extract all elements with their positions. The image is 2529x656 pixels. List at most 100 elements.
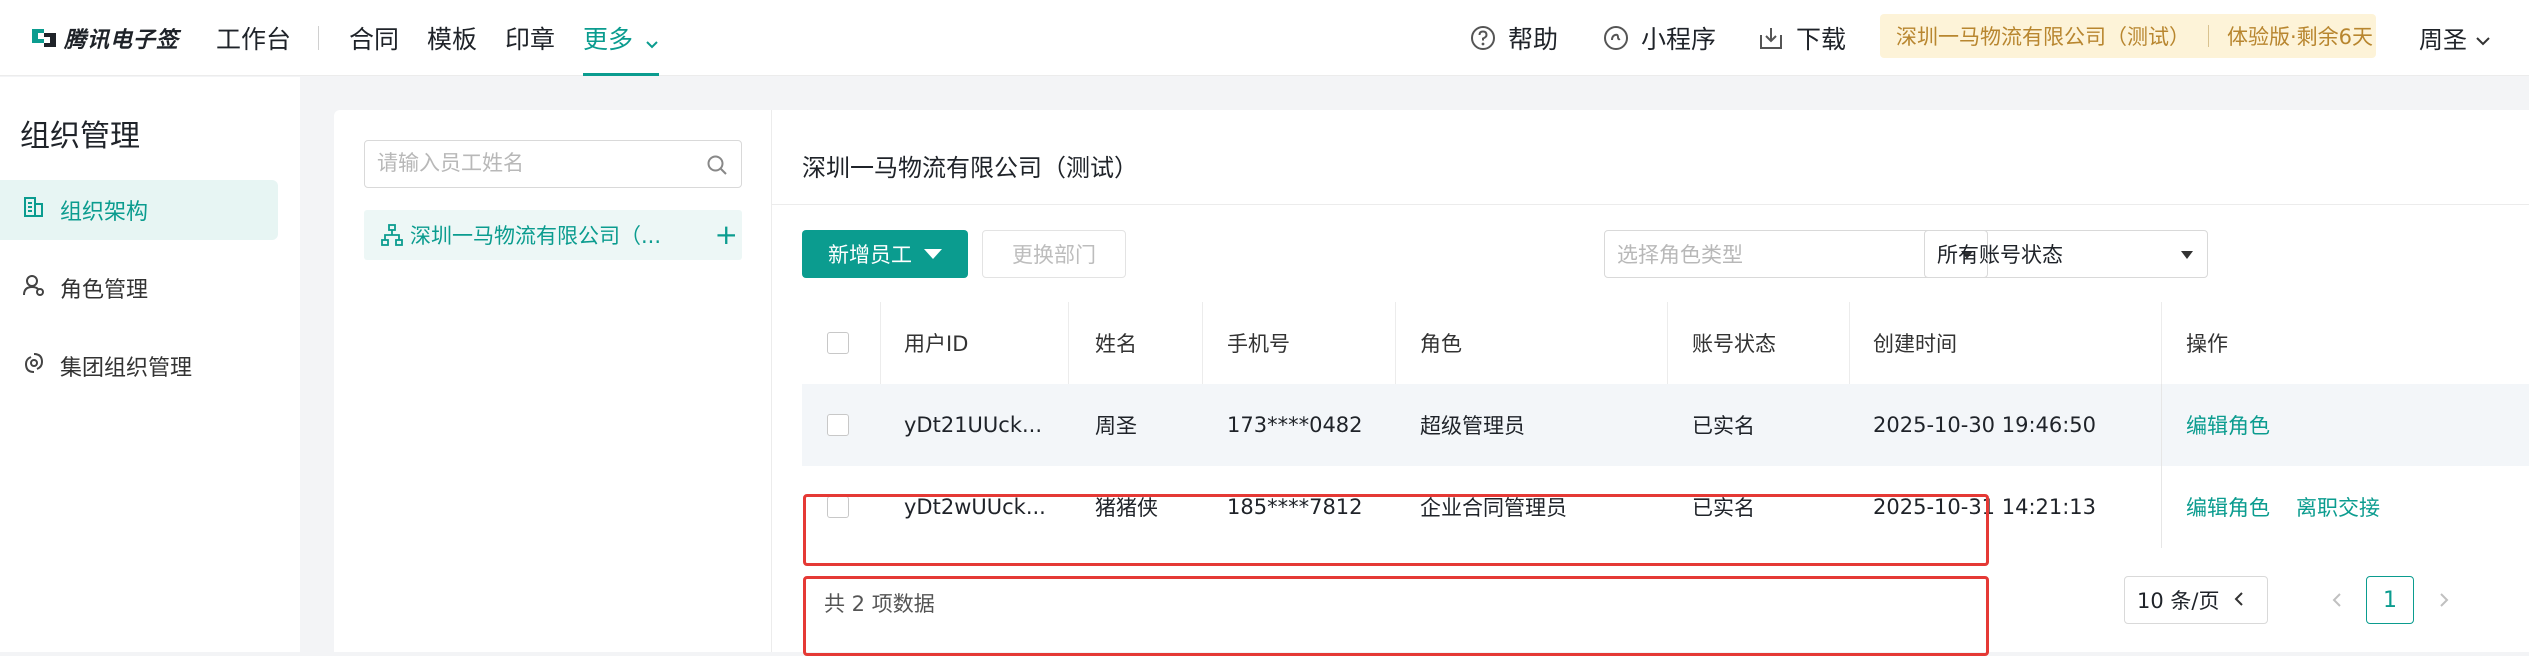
table-row: yDt21UUck... 周圣 173****0482 超级管理员 已实名 20… <box>802 384 2529 466</box>
column-header-name[interactable]: 姓名 <box>1095 302 1137 384</box>
company-plan-badge[interactable]: 深圳一马物流有限公司（测试） 体验版·剩余6天 <box>1880 14 2376 58</box>
row-checkbox[interactable] <box>827 414 849 436</box>
sidebar-item-label: 组织架构 <box>60 200 149 225</box>
column-divider <box>1202 302 1203 384</box>
current-company-name: 深圳一马物流有限公司（测试） <box>1896 25 2190 49</box>
chevron-down-icon <box>2475 24 2491 52</box>
resignation-handover-link[interactable]: 离职交接 <box>2296 492 2380 522</box>
mini-program-label: 小程序 <box>1641 25 1717 54</box>
name-cell: 周圣 <box>1095 414 1137 438</box>
user-id-cell: yDt21UUck... <box>904 413 1043 437</box>
sidebar-item-label: 角色管理 <box>60 278 149 303</box>
help-label: 帮助 <box>1508 25 1559 54</box>
employee-search-input[interactable] <box>365 141 685 187</box>
column-header-user-id[interactable]: 用户ID <box>904 302 968 384</box>
mini-program-icon <box>1603 25 1629 51</box>
sidebar-item-org-structure[interactable]: 组织架构 <box>0 180 278 240</box>
column-header-phone[interactable]: 手机号 <box>1227 302 1290 384</box>
column-header-role[interactable]: 角色 <box>1420 302 1462 384</box>
brand-logo[interactable]: 腾讯电子签 <box>30 22 179 54</box>
top-navigation-bar: 腾讯电子签 工作台 合同 模板 印章 更多 帮助 小程序 下载 深圳一马物流有限… <box>0 0 2529 76</box>
column-divider <box>1849 302 1850 384</box>
chevron-right-icon <box>2440 593 2449 607</box>
org-structure-icon <box>22 195 46 225</box>
column-divider <box>880 302 881 384</box>
column-divider <box>2161 302 2162 384</box>
download-label: 下载 <box>1796 25 1847 54</box>
nav-more[interactable]: 更多 <box>583 20 659 76</box>
role-type-placeholder: 选择角色类型 <box>1617 243 1743 267</box>
select-all-checkbox[interactable] <box>827 332 849 354</box>
nav-workbench[interactable]: 工作台 <box>216 20 291 56</box>
divider <box>772 204 2529 205</box>
total-count: 共 2 项数据 <box>824 592 935 616</box>
account-status-value: 所有账号状态 <box>1937 243 2063 267</box>
chevron-down-icon <box>645 27 659 56</box>
org-tree-icon <box>380 223 404 247</box>
nav-seal[interactable]: 印章 <box>505 20 555 56</box>
caret-down-icon <box>2181 251 2193 259</box>
nav-more-label: 更多 <box>583 25 634 54</box>
page-size-select[interactable]: 10 条/页 <box>2124 576 2268 624</box>
user-menu[interactable]: 周圣 <box>2419 20 2491 55</box>
column-divider <box>1395 302 1396 384</box>
column-divider <box>1667 302 1668 384</box>
edit-role-link[interactable]: 编辑角色 <box>2186 492 2270 522</box>
tencent-esign-logo-icon <box>30 25 58 51</box>
help-link[interactable]: 帮助 <box>1470 20 1558 56</box>
tree-node-label: 深圳一马物流有限公司（... <box>410 224 662 248</box>
user-name: 周圣 <box>2419 26 2467 54</box>
add-employee-button[interactable]: 新增员工 <box>802 230 968 278</box>
select-all-cell <box>827 302 849 384</box>
main-content-card: 深圳一马物流有限公司（... + 深圳一马物流有限公司（测试） 新增员工 更换部… <box>334 110 2529 656</box>
chevron-left-icon <box>2332 593 2341 607</box>
search-icon[interactable] <box>705 153 729 177</box>
sidebar-title: 组织管理 <box>20 119 140 154</box>
account-status-select[interactable]: 所有账号状态 <box>1924 230 2208 278</box>
highlight-box <box>803 494 1989 566</box>
phone-cell: 173****0482 <box>1227 413 1363 437</box>
employee-panel: 深圳一马物流有限公司（测试） 新增员工 更换部门 选择角色类型 所有账号状态 用… <box>772 110 2529 656</box>
edit-role-link[interactable]: 编辑角色 <box>2186 410 2270 440</box>
row-select-cell <box>827 384 849 466</box>
table-header: 用户ID 姓名 手机号 角色 账号状态 创建时间 操作 <box>802 302 2529 384</box>
sidebar-item-role-management[interactable]: 角色管理 <box>0 258 278 318</box>
nav-contract[interactable]: 合同 <box>349 20 399 56</box>
add-department-button[interactable]: + <box>715 218 738 251</box>
column-divider <box>2161 384 2162 466</box>
page-number-button[interactable]: 1 <box>2366 576 2414 624</box>
badge-divider <box>2208 25 2209 47</box>
sidebar-item-group-org[interactable]: 集团组织管理 <box>0 336 278 396</box>
plan-status: 体验版·剩余6天 <box>2227 25 2374 49</box>
employee-search-box[interactable] <box>364 140 742 188</box>
actions-cell: 编辑角色 离职交接 <box>2186 466 2406 548</box>
help-circle-icon <box>1470 25 1496 51</box>
department-tree-panel: 深圳一马物流有限公司（... + <box>334 110 772 652</box>
role-icon <box>22 273 46 303</box>
org-title: 深圳一马物流有限公司（测试） <box>802 154 1138 182</box>
chevron-left-icon <box>2233 588 2245 612</box>
tree-node-company[interactable]: 深圳一马物流有限公司（... + <box>364 210 742 260</box>
download-icon <box>1758 25 1784 51</box>
sidebar-item-label: 集团组织管理 <box>60 356 193 381</box>
add-employee-label: 新增员工 <box>828 243 912 267</box>
highlight-box <box>803 576 1989 656</box>
column-header-account-status[interactable]: 账号状态 <box>1692 302 1776 384</box>
download-link[interactable]: 下载 <box>1758 20 1846 56</box>
next-page-button[interactable] <box>2420 576 2468 624</box>
column-header-created-time[interactable]: 创建时间 <box>1873 302 1957 384</box>
actions-cell: 编辑角色 <box>2186 384 2296 466</box>
status-cell: 已实名 <box>1692 414 1755 438</box>
role-cell: 超级管理员 <box>1420 414 1525 438</box>
created-time-cell: 2025-10-30 19:46:50 <box>1873 413 2097 437</box>
column-header-actions: 操作 <box>2186 332 2228 356</box>
page-size-value: 10 条/页 <box>2137 589 2220 613</box>
change-department-button[interactable]: 更换部门 <box>982 230 1126 278</box>
prev-page-button[interactable] <box>2313 576 2361 624</box>
nav-divider <box>318 26 319 50</box>
nav-template[interactable]: 模板 <box>427 20 477 56</box>
active-tab-underline <box>583 73 659 76</box>
brand-name: 腾讯电子签 <box>64 28 180 53</box>
caret-down-icon <box>924 249 942 259</box>
mini-program-link[interactable]: 小程序 <box>1603 20 1716 56</box>
